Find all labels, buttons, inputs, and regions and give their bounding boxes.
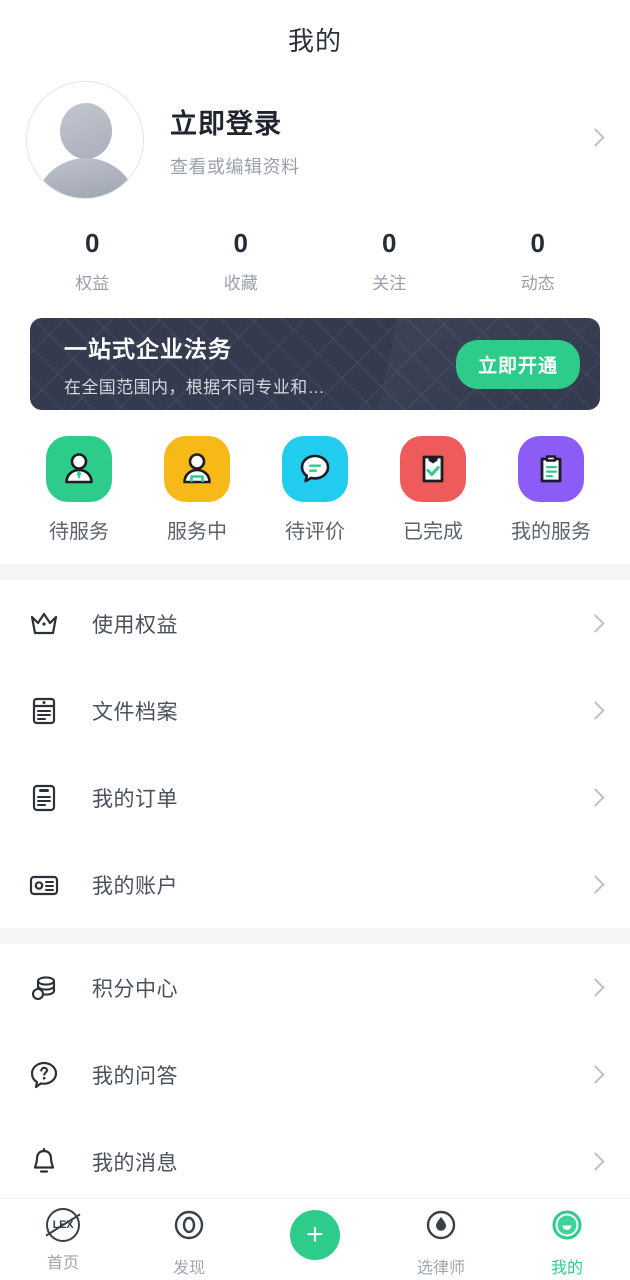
menu-item-my-messages[interactable]: 我的消息: [28, 1118, 605, 1205]
stat-value: 0: [530, 228, 545, 258]
menu-item-my-qa[interactable]: 我的问答: [28, 1031, 605, 1118]
top-bar: 我的: [0, 0, 630, 78]
page-title: 我的: [287, 25, 342, 56]
activate-button[interactable]: 立即开通: [455, 339, 580, 389]
stat-value: 0: [382, 228, 397, 258]
chevron-right-icon[interactable]: [586, 978, 605, 997]
chevron-right-icon[interactable]: [586, 875, 605, 894]
banner-texts: 一站式企业法务 在全国范围内，根据不同专业和…: [64, 330, 456, 398]
login-subtitle: 查看或编辑资料: [170, 156, 300, 177]
menu-label: 文件档案: [92, 700, 178, 724]
menu-item-file-archive[interactable]: 文件档案: [28, 667, 605, 754]
plus-fab-icon[interactable]: +: [290, 1210, 340, 1260]
avatar-head: [60, 103, 112, 159]
tab-label: 发现: [172, 1260, 205, 1277]
stat-item-quanyi[interactable]: 0 权益: [18, 228, 167, 294]
chevron-right-icon[interactable]: [586, 788, 605, 807]
stat-label: 权益: [75, 274, 110, 293]
mobile-screen: 我的 立即登录 查看或编辑资料 0 权益 0 收藏 0 关注 0 动态 一站式企…: [0, 0, 630, 1280]
question-bubble-icon: [28, 1059, 70, 1091]
document-icon: [28, 695, 70, 727]
service-label: 已完成: [403, 521, 463, 543]
menu-item-my-orders[interactable]: 我的订单: [28, 754, 605, 841]
menu-label: 我的账户: [92, 874, 178, 898]
stat-value: 0: [233, 228, 248, 258]
service-item-myservice[interactable]: 我的服务: [492, 436, 610, 544]
service-item-toreview[interactable]: 待评价: [256, 436, 374, 544]
person-working-icon: [164, 436, 230, 502]
stat-item-guanzhu[interactable]: 0 关注: [315, 228, 464, 294]
banner-wrapper: 一站式企业法务 在全国范围内，根据不同专业和… 立即开通: [0, 318, 630, 410]
menu-label: 我的消息: [92, 1151, 178, 1175]
bell-icon: [28, 1146, 70, 1178]
service-label: 服务中: [167, 521, 227, 543]
promo-banner[interactable]: 一站式企业法务 在全国范围内，根据不同专业和… 立即开通: [30, 318, 600, 410]
menu-item-my-account[interactable]: 我的账户: [28, 841, 605, 928]
discover-ring-icon: [172, 1208, 206, 1247]
tab-label: 选律师: [416, 1260, 465, 1277]
default-avatar-icon[interactable]: [26, 81, 144, 199]
menu-item-use-benefits[interactable]: 使用权益: [28, 580, 605, 667]
chevron-right-icon[interactable]: [586, 1065, 605, 1084]
service-label: 我的服务: [511, 521, 591, 543]
menu-group-2: 积分中心 我的问答 我的消息: [0, 944, 630, 1205]
chevron-right-icon[interactable]: [586, 701, 605, 720]
service-label: 待评价: [285, 521, 345, 543]
menu-label: 我的问答: [92, 1064, 178, 1088]
avatar-body: [34, 158, 138, 198]
banner-title: 一站式企业法务: [64, 336, 232, 362]
service-item-completed[interactable]: 已完成: [374, 436, 492, 544]
tab-choose-lawyer[interactable]: 选律师: [378, 1208, 504, 1278]
chevron-right-icon[interactable]: [586, 614, 605, 633]
menu-group-1: 使用权益 文件档案 我的订单 我的账户: [0, 580, 630, 928]
profile-text: 立即登录 查看或编辑资料: [170, 102, 589, 179]
stat-label: 收藏: [223, 274, 258, 293]
smile-face-icon: [550, 1208, 584, 1247]
menu-label: 积分中心: [92, 977, 178, 1001]
menu-label: 我的订单: [92, 787, 178, 811]
tab-add-action[interactable]: +: [252, 1208, 378, 1267]
service-item-inprogress[interactable]: 服务中: [138, 436, 256, 544]
menu-item-points-center[interactable]: 积分中心: [28, 944, 605, 1031]
tab-discover[interactable]: 发现: [126, 1208, 252, 1278]
service-shortcuts: 待服务 服务中 待评价 已完成 我的服务: [0, 410, 630, 564]
login-name: 立即登录: [170, 108, 282, 139]
stat-label: 动态: [520, 274, 555, 293]
menu-label: 使用权益: [92, 613, 178, 637]
chevron-right-icon[interactable]: [586, 1152, 605, 1171]
stat-item-shoucang[interactable]: 0 收藏: [167, 228, 316, 294]
card-icon: [28, 869, 70, 901]
chevron-right-icon[interactable]: [586, 128, 605, 149]
lex-logo-icon: LEX: [46, 1208, 80, 1242]
order-list-icon: [28, 782, 70, 814]
stat-item-dongtai[interactable]: 0 动态: [464, 228, 613, 294]
crown-icon: [28, 608, 70, 640]
tab-label: 首页: [46, 1255, 79, 1272]
banner-subtitle: 在全国范围内，根据不同专业和…: [64, 378, 325, 397]
tab-home[interactable]: LEX 首页: [0, 1208, 126, 1273]
tab-label: 我的: [550, 1260, 583, 1277]
service-item-pending[interactable]: 待服务: [20, 436, 138, 544]
person-tie-icon: [46, 436, 112, 502]
droplet-icon: [424, 1208, 458, 1247]
clipboard-check-icon: [400, 436, 466, 502]
stat-label: 关注: [372, 274, 407, 293]
stats-row: 0 权益 0 收藏 0 关注 0 动态: [0, 202, 630, 318]
section-divider: [0, 564, 630, 580]
service-label: 待服务: [49, 521, 109, 543]
stat-value: 0: [85, 228, 100, 258]
tab-mine[interactable]: 我的: [504, 1208, 630, 1278]
section-divider: [0, 928, 630, 944]
profile-card[interactable]: 立即登录 查看或编辑资料: [0, 78, 630, 202]
chat-bubble-icon: [282, 436, 348, 502]
bottom-tab-bar: LEX 首页 发现 + 选律师 我的: [0, 1198, 630, 1280]
coins-icon: [28, 972, 70, 1004]
clipboard-list-icon: [518, 436, 584, 502]
